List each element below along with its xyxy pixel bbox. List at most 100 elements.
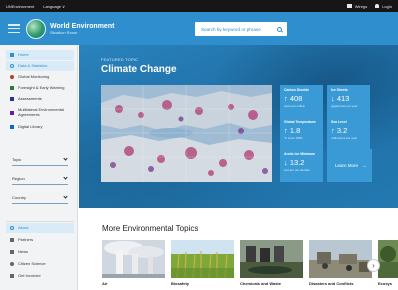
sidebar-item-label: About: [18, 224, 29, 230]
logo-title: World Environment: [50, 22, 115, 30]
topic-label: Biosafety: [171, 281, 190, 286]
air-thumbnail: [102, 240, 165, 278]
topic-label: Air: [102, 281, 108, 286]
top-bar: UNEnvironment Language ∨ Wiregs Login: [0, 0, 398, 12]
document-icon: [10, 97, 14, 101]
stat-unit: percent per decade: [284, 167, 310, 172]
topic-card-chemicals-waste[interactable]: Chemicals and Waste: [240, 240, 303, 290]
stat-card-sea-level[interactable]: Sea Level ↑ 3.2 millimeters per year: [327, 117, 370, 150]
stat-label: Sea Level: [331, 120, 347, 124]
language-dropdown[interactable]: Language ∨: [43, 4, 65, 9]
topic-label: Disasters and Conflicts: [309, 281, 354, 286]
chevron-down-icon: [63, 194, 68, 199]
logo-text: World Environment Situation Room: [50, 23, 114, 35]
wiregs-icon: [346, 4, 352, 8]
globe-icon: [10, 75, 14, 79]
citizen-icon: [10, 262, 14, 266]
sidebar-item-label: Get Involved: [18, 272, 41, 278]
sidebar-item-partners[interactable]: Partners: [6, 235, 74, 245]
stat-card-arctic-ice[interactable]: Arctic Ice Minimum ↓ 13.2 percent per de…: [280, 149, 323, 182]
country-filter-dropdown[interactable]: Country: [12, 192, 68, 204]
topic-filter-label: Topic: [12, 157, 22, 162]
featured-topic-label: FEATURED TOPIC: [101, 57, 139, 62]
sidebar-item-label: Citizen Science: [18, 260, 46, 266]
region-filter-dropdown[interactable]: Region: [12, 173, 68, 185]
site-header: World Environment Situation Room Search …: [0, 12, 398, 45]
sidebar-item-label: Global Monitoring: [18, 73, 50, 79]
topic-card-air[interactable]: Air: [102, 240, 165, 290]
search-icon[interactable]: [277, 26, 282, 32]
stat-unit: °F since 1880: [284, 135, 303, 140]
stat-label: Global Temperature: [284, 120, 316, 124]
sidebar-item-citizen-science[interactable]: Citizen Science: [6, 259, 74, 269]
stat-value: ↑ 1.8: [284, 126, 301, 135]
topic-label: Ecosys: [378, 281, 393, 286]
sidebar-divider: [6, 221, 74, 222]
featured-topic-hero: FEATURED TOPIC Climate Change Carbon Dio…: [79, 45, 398, 208]
sidebar-item-global-monitoring[interactable]: Global Monitoring: [6, 72, 74, 82]
info-icon: [10, 226, 14, 230]
wiregs-link[interactable]: Wiregs: [346, 3, 368, 9]
topic-card-biosafety[interactable]: Biosafety: [171, 240, 234, 290]
unenvironment-link[interactable]: UNEnvironment: [6, 4, 34, 9]
sidebar-item-label: Foresight & Early Warning: [18, 84, 65, 90]
sidebar-item-label: Multilateral Environmental Agreements: [18, 107, 65, 117]
hero-title[interactable]: Climate Change: [101, 64, 177, 75]
warning-icon: [10, 86, 14, 90]
stat-value: ↑ 408: [284, 94, 303, 103]
chemicals-thumbnail: [240, 240, 303, 278]
biosafety-thumbnail: [171, 240, 234, 278]
learn-more-button[interactable]: Learn More →: [327, 149, 372, 182]
stat-unit: parts per million: [284, 103, 306, 108]
logo-subtitle: Situation Room: [50, 29, 78, 35]
topic-label: Chemicals and Waste: [240, 281, 281, 286]
country-filter-label: Country: [12, 195, 27, 200]
sidebar-item-get-involved[interactable]: Get Involved: [6, 271, 74, 281]
learn-more-label: Learn More: [335, 163, 359, 168]
stat-unit: millimeters per year: [331, 135, 358, 140]
search-input[interactable]: Search by keyword or phrase: [195, 22, 287, 36]
hamburger-menu-icon[interactable]: [8, 24, 20, 33]
chart-icon: [10, 64, 14, 68]
sidebar-item-digital-library[interactable]: Digital Library: [6, 122, 74, 132]
login-link[interactable]: Login: [375, 4, 392, 9]
chevron-down-icon: [63, 156, 68, 161]
stat-card-ice-sheets[interactable]: Ice Sheets ↓ 413 gigatonnes per year: [327, 85, 370, 118]
disasters-thumbnail: [309, 240, 372, 278]
involved-icon: [10, 274, 14, 278]
sidebar-item-label: Data & Statistics: [18, 62, 48, 68]
topic-card-ecosystems[interactable]: Ecosys: [378, 240, 398, 290]
site-logo[interactable]: World Environment Situation Room: [26, 18, 114, 39]
stat-label: Ice Sheets: [331, 88, 348, 92]
stat-unit: gigatonnes per year: [331, 103, 358, 108]
wiregs-label: Wiregs: [354, 3, 368, 9]
stat-label: Arctic Ice Minimum: [284, 152, 316, 156]
map-graphic: [101, 85, 272, 182]
sidebar-item-label: News: [18, 248, 29, 254]
stat-value: ↓ 413: [331, 94, 350, 103]
sidebar-item-news[interactable]: News: [6, 247, 74, 257]
agreement-icon: [10, 111, 14, 115]
user-icon: [375, 4, 380, 8]
sidebar-item-data-statistics[interactable]: Data & Statistics: [6, 61, 74, 71]
sidebar-item-mea[interactable]: Multilateral Environmental Agreements: [6, 106, 74, 120]
sidebar-item-label: Digital Library: [18, 123, 43, 129]
sidebar-item-label: Home: [18, 51, 29, 57]
carousel-next-button[interactable]: ›: [367, 259, 380, 272]
chevron-right-icon: ›: [372, 261, 375, 270]
sidebar-item-assessments[interactable]: Assessments: [6, 94, 74, 104]
stat-card-carbon-dioxide[interactable]: Carbon Dioxide ↑ 408 parts per million: [280, 85, 323, 118]
sidebar-item-about[interactable]: About: [6, 223, 74, 233]
chevron-down-icon: [63, 175, 68, 180]
stat-value: ↑ 3.2: [331, 126, 348, 135]
ecosystems-thumbnail: [378, 240, 398, 278]
partners-icon: [10, 238, 14, 242]
stat-card-global-temperature[interactable]: Global Temperature ↑ 1.8 °F since 1880: [280, 117, 323, 150]
home-icon: [10, 53, 14, 57]
sidebar: Home Data & Statistics Global Monitoring…: [0, 45, 78, 290]
topic-card-disasters-conflicts[interactable]: Disasters and Conflicts: [309, 240, 372, 290]
topic-filter-dropdown[interactable]: Topic: [12, 154, 68, 166]
sidebar-item-home[interactable]: Home: [6, 50, 74, 60]
climate-map[interactable]: [101, 85, 272, 182]
sidebar-item-foresight[interactable]: Foresight & Early Warning: [6, 83, 74, 93]
